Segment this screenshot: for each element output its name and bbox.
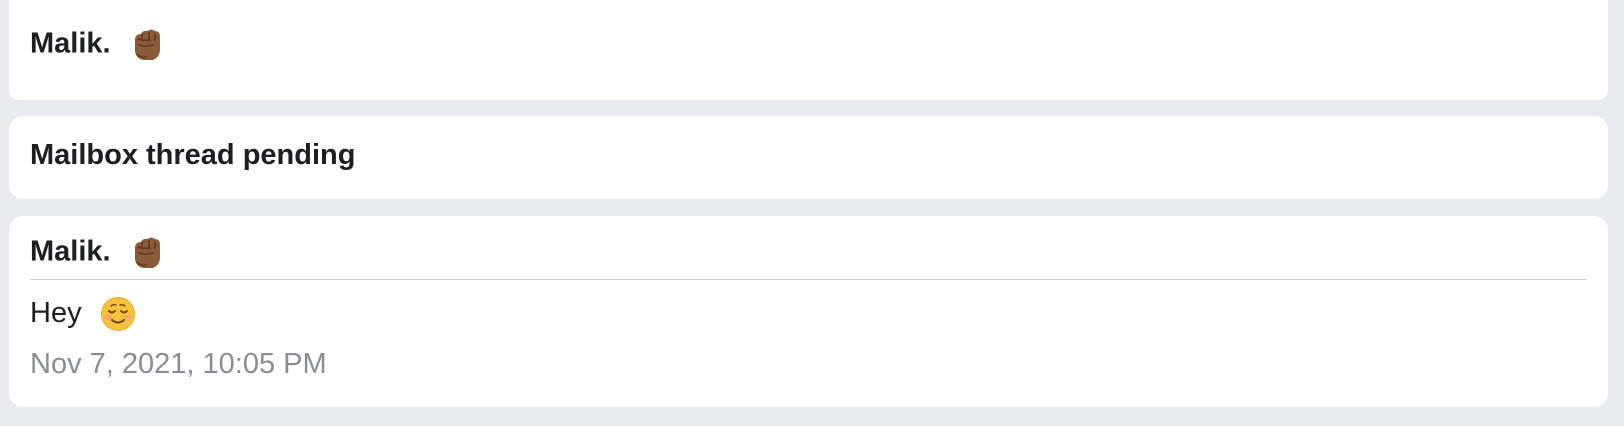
message-timestamp: Nov 7, 2021, 10:05 PM: [30, 348, 327, 380]
smiling-face-icon: [100, 296, 136, 332]
sender-name: Malik.: [30, 27, 111, 60]
message-card[interactable]: Malik.: [9, 0, 1608, 100]
message-body: Hey: [30, 296, 136, 332]
divider: [30, 279, 1587, 280]
raised-fist-icon: [129, 26, 165, 64]
sender-name-row: Malik.: [30, 26, 165, 64]
thread-status-title: Mailbox thread pending: [30, 139, 356, 171]
message-card[interactable]: Malik. Hey Nov 7, 2021, 10:05 PM: [9, 216, 1608, 407]
sender-name: Malik.: [30, 235, 111, 268]
sender-name-row: Malik.: [30, 234, 165, 272]
status-card: Mailbox thread pending: [9, 116, 1608, 199]
message-text: Hey: [30, 297, 82, 329]
raised-fist-icon: [129, 234, 165, 272]
